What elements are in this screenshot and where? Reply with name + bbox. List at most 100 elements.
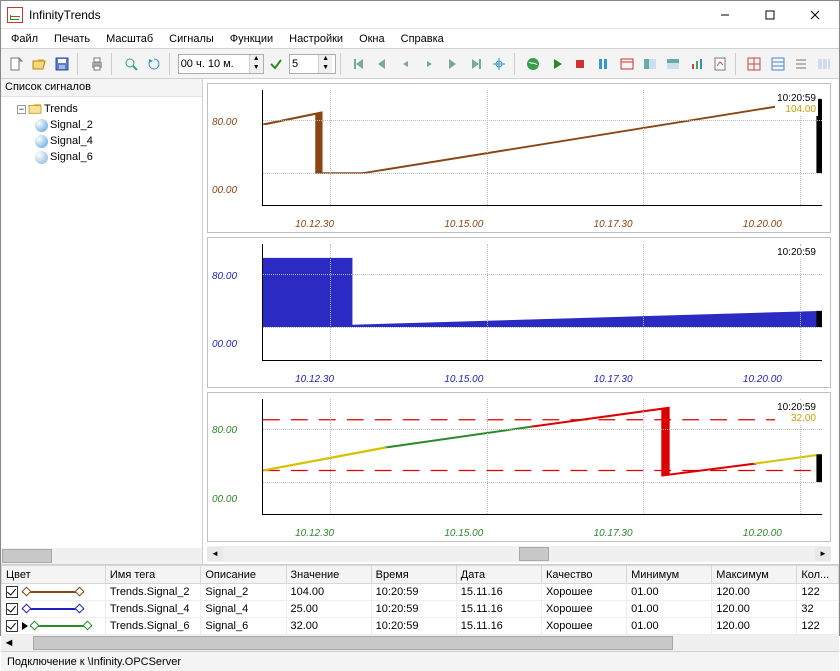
menu-windows[interactable]: Окна (353, 31, 391, 47)
cell-tag: Trends.Signal_2 (105, 584, 201, 601)
menu-signals[interactable]: Сигналы (163, 31, 220, 47)
play-icon[interactable] (546, 53, 567, 75)
stop-icon[interactable] (569, 53, 590, 75)
y-tick: 00.00 (212, 339, 237, 350)
scroll-thumb[interactable] (519, 547, 549, 561)
close-button[interactable] (792, 1, 837, 29)
signal-tree[interactable]: − Trends Signal_2 Signal_4 Signal_6 (1, 97, 202, 548)
export-icon[interactable] (709, 53, 730, 75)
timestamp: 10:20:59 (777, 247, 816, 258)
columns-icon[interactable] (814, 53, 835, 75)
menu-file[interactable]: Файл (5, 31, 44, 47)
x-tick: 10.15.00 (444, 528, 483, 539)
menu-print[interactable]: Печать (48, 31, 96, 47)
cell-date: 15.11.16 (456, 601, 541, 618)
time-span-value[interactable] (179, 55, 249, 73)
scroll-left-icon[interactable]: ◄ (207, 547, 223, 561)
cell-qual: Хорошее (541, 584, 626, 601)
nav-next-icon[interactable] (442, 53, 463, 75)
sidebar-scrollbar[interactable] (1, 548, 202, 564)
chart-icon[interactable] (686, 53, 707, 75)
menu-functions[interactable]: Функции (224, 31, 279, 47)
th-color[interactable]: Цвет (2, 566, 106, 584)
step-input[interactable]: ▲▼ (289, 54, 335, 74)
sidebar-title: Список сигналов (1, 79, 202, 97)
window-title: InfinityTrends (29, 8, 702, 22)
chart-signal6[interactable]: 80.00 00.00 10:20:59 (207, 392, 831, 542)
y-tick: 00.00 (212, 494, 237, 505)
charts-scrollbar[interactable]: ◄ ► (207, 546, 831, 562)
menu-scale[interactable]: Масштаб (100, 31, 159, 47)
window-icon[interactable] (616, 53, 637, 75)
tree-root-label: Trends (44, 103, 78, 115)
menu-bar: Файл Печать Масштаб Сигналы Функции Наст… (1, 29, 839, 49)
th-max[interactable]: Максимум (712, 566, 797, 584)
scroll-right-icon[interactable]: ► (815, 547, 831, 561)
spin-up-icon[interactable]: ▲ (249, 55, 263, 64)
step-value[interactable] (290, 55, 318, 73)
maximize-button[interactable] (747, 1, 792, 29)
zoom-icon[interactable] (120, 53, 141, 75)
cell-tag: Trends.Signal_6 (105, 618, 201, 635)
new-icon[interactable] (5, 53, 26, 75)
spin-down-icon[interactable]: ▼ (249, 64, 263, 73)
x-tick: 10.12.30 (295, 374, 334, 385)
th-tag[interactable]: Имя тега (105, 566, 201, 584)
pause-icon[interactable] (593, 53, 614, 75)
minimize-button[interactable] (702, 1, 747, 29)
th-cnt[interactable]: Кол... (797, 566, 839, 584)
tree-item-signal2[interactable]: Signal_2 (5, 117, 198, 133)
chart-signal4[interactable]: 80.00 00.00 10:20:59 10.12.30 10.15.00 1… (207, 237, 831, 387)
nav-next-small-icon[interactable] (418, 53, 439, 75)
tree-item-signal6[interactable]: Signal_6 (5, 149, 198, 165)
print-icon[interactable] (86, 53, 107, 75)
title-bar: InfinityTrends (1, 1, 839, 29)
spin-down-icon[interactable]: ▼ (318, 64, 332, 73)
cell-time: 10:20:59 (371, 584, 456, 601)
collapse-icon[interactable]: − (17, 105, 26, 114)
panel2-icon[interactable] (663, 53, 684, 75)
menu-help[interactable]: Справка (395, 31, 450, 47)
th-val[interactable]: Значение (286, 566, 371, 584)
nav-first-icon[interactable] (348, 53, 369, 75)
legend-line-icon (30, 621, 92, 631)
globe-icon[interactable] (523, 53, 544, 75)
panel1-icon[interactable] (639, 53, 660, 75)
x-tick: 10.17.30 (594, 219, 633, 230)
th-date[interactable]: Дата (456, 566, 541, 584)
th-qual[interactable]: Качество (541, 566, 626, 584)
menu-settings[interactable]: Настройки (283, 31, 349, 47)
x-tick: 10.17.30 (594, 374, 633, 385)
folder-icon (28, 103, 42, 115)
list-icon[interactable] (790, 53, 811, 75)
app-icon (7, 7, 23, 23)
cell-tag: Trends.Signal_4 (105, 601, 201, 618)
commit-icon[interactable] (266, 53, 287, 75)
table-row[interactable]: Trends.Signal_4 Signal_4 25.00 10:20:59 … (2, 601, 839, 618)
th-desc[interactable]: Описание (201, 566, 286, 584)
grid1-icon[interactable] (744, 53, 765, 75)
nav-prev-small-icon[interactable] (395, 53, 416, 75)
th-time[interactable]: Время (371, 566, 456, 584)
tree-root[interactable]: − Trends (5, 101, 198, 117)
x-tick: 10.17.30 (594, 528, 633, 539)
th-min[interactable]: Минимум (627, 566, 712, 584)
y-tick: 80.00 (212, 117, 237, 128)
grid2-icon[interactable] (767, 53, 788, 75)
chart-signal2[interactable]: 80.00 00.00 10:20:59 104.00 10.12.30 10.… (207, 83, 831, 233)
row-checkbox[interactable] (6, 586, 18, 598)
row-checkbox[interactable] (6, 620, 18, 632)
refresh-icon[interactable] (143, 53, 164, 75)
nav-prev-icon[interactable] (372, 53, 393, 75)
table-scrollbar[interactable]: ◄ (1, 635, 839, 651)
row-checkbox[interactable] (6, 603, 18, 615)
nav-last-icon[interactable] (465, 53, 486, 75)
crosshair-icon[interactable] (488, 53, 509, 75)
save-icon[interactable] (52, 53, 73, 75)
table-row[interactable]: Trends.Signal_2 Signal_2 104.00 10:20:59… (2, 584, 839, 601)
spin-up-icon[interactable]: ▲ (318, 55, 332, 64)
time-span-input[interactable]: ▲▼ (178, 54, 264, 74)
open-icon[interactable] (28, 53, 49, 75)
tree-item-signal4[interactable]: Signal_4 (5, 133, 198, 149)
table-row[interactable]: Trends.Signal_6 Signal_6 32.00 10:20:59 … (2, 618, 839, 635)
